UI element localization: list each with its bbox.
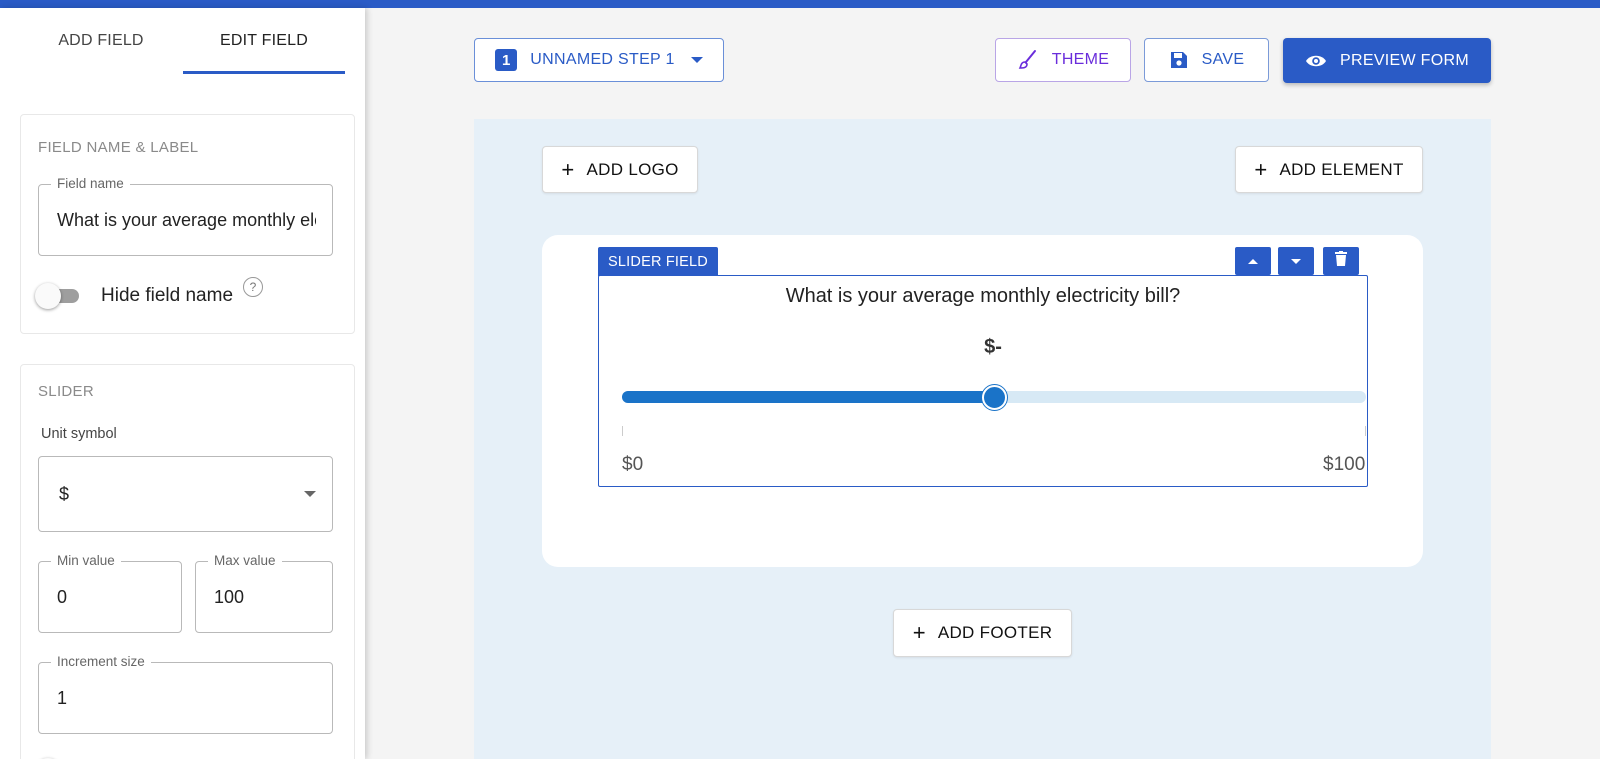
- tab-edit-field-label: EDIT FIELD: [220, 32, 308, 49]
- slider-max-label: $100: [1323, 454, 1366, 475]
- slider-tick-max: [1365, 426, 1366, 436]
- unit-symbol-label: Unit symbol: [41, 426, 117, 442]
- add-footer-button[interactable]: + ADD FOOTER: [893, 609, 1072, 657]
- toggle-thumb: [35, 283, 61, 309]
- theme-button[interactable]: THEME: [995, 38, 1131, 82]
- hide-field-name-toggle[interactable]: [35, 283, 87, 309]
- preview-form-button[interactable]: PREVIEW FORM: [1283, 38, 1491, 83]
- eye-icon: [1305, 53, 1327, 69]
- unit-symbol-select[interactable]: $: [38, 456, 333, 532]
- caret-down-icon: [690, 57, 703, 63]
- arrow-down-icon: [1291, 258, 1301, 264]
- save-button[interactable]: SAVE: [1144, 38, 1269, 82]
- top-accent-bar: [0, 0, 1600, 8]
- save-label: SAVE: [1201, 51, 1245, 68]
- move-up-button[interactable]: [1235, 247, 1271, 275]
- theme-label: THEME: [1051, 51, 1110, 68]
- slider-fill: [622, 391, 994, 403]
- add-logo-button[interactable]: + ADD LOGO: [542, 146, 698, 193]
- add-element-label: ADD ELEMENT: [1279, 159, 1404, 179]
- plus-icon: +: [912, 620, 926, 645]
- slider-section: SLIDER Unit symbol $ Min value 0 Max val…: [20, 364, 355, 759]
- sidebar-tabs: ADD FIELD EDIT FIELD: [0, 8, 365, 74]
- field-name-section-title: FIELD NAME & LABEL: [38, 139, 199, 156]
- trash-icon: [1335, 251, 1347, 271]
- field-name-section: FIELD NAME & LABEL Field name What is yo…: [20, 114, 355, 334]
- tab-add-field-label: ADD FIELD: [58, 32, 144, 49]
- field-name-input-value: What is your average monthly electricity…: [57, 209, 316, 230]
- max-value-input[interactable]: Max value 100: [195, 553, 333, 633]
- slider-section-title: SLIDER: [38, 383, 94, 400]
- step-selector[interactable]: 1 UNNAMED STEP 1: [474, 38, 724, 82]
- increment-size-input[interactable]: Increment size 1: [38, 654, 333, 734]
- sidebar: ADD FIELD EDIT FIELD FIELD NAME & LABEL …: [0, 8, 365, 759]
- field-name-input[interactable]: Field name What is your average monthly …: [38, 176, 333, 256]
- preview-form-label: PREVIEW FORM: [1340, 51, 1469, 69]
- chevron-down-icon: [304, 491, 316, 497]
- min-value-value: 0: [57, 586, 68, 607]
- step-number-badge: 1: [495, 49, 518, 71]
- plus-icon: +: [561, 156, 575, 182]
- hide-field-name-label: Hide field name: [101, 285, 234, 306]
- add-element-button[interactable]: + ADD ELEMENT: [1235, 146, 1423, 193]
- slider-field-tag: SLIDER FIELD: [598, 247, 718, 276]
- floppy-icon: [1169, 50, 1189, 70]
- step-label: UNNAMED STEP 1: [530, 51, 675, 68]
- active-tab-indicator: [183, 71, 345, 74]
- plus-icon: +: [1254, 156, 1268, 182]
- max-value-value: 100: [214, 586, 245, 607]
- slider-current-value: $-: [984, 336, 1002, 358]
- slider-tick-min: [622, 426, 623, 436]
- increment-size-value: 1: [57, 687, 68, 708]
- arrow-up-icon: [1248, 258, 1258, 264]
- slider-thumb[interactable]: [982, 385, 1007, 410]
- tab-add-field[interactable]: ADD FIELD: [20, 8, 182, 74]
- tab-edit-field[interactable]: EDIT FIELD: [183, 8, 345, 74]
- unit-symbol-value: $: [59, 483, 70, 504]
- slider-min-label: $0: [622, 454, 644, 475]
- move-down-button[interactable]: [1278, 247, 1314, 275]
- add-logo-label: ADD LOGO: [586, 159, 679, 179]
- min-value-input[interactable]: Min value 0: [38, 553, 182, 633]
- brush-icon: [1017, 49, 1039, 71]
- help-icon[interactable]: ?: [243, 277, 263, 297]
- add-footer-label: ADD FOOTER: [937, 623, 1053, 642]
- delete-field-button[interactable]: [1323, 247, 1359, 275]
- slider-question: What is your average monthly electricity…: [785, 285, 1181, 307]
